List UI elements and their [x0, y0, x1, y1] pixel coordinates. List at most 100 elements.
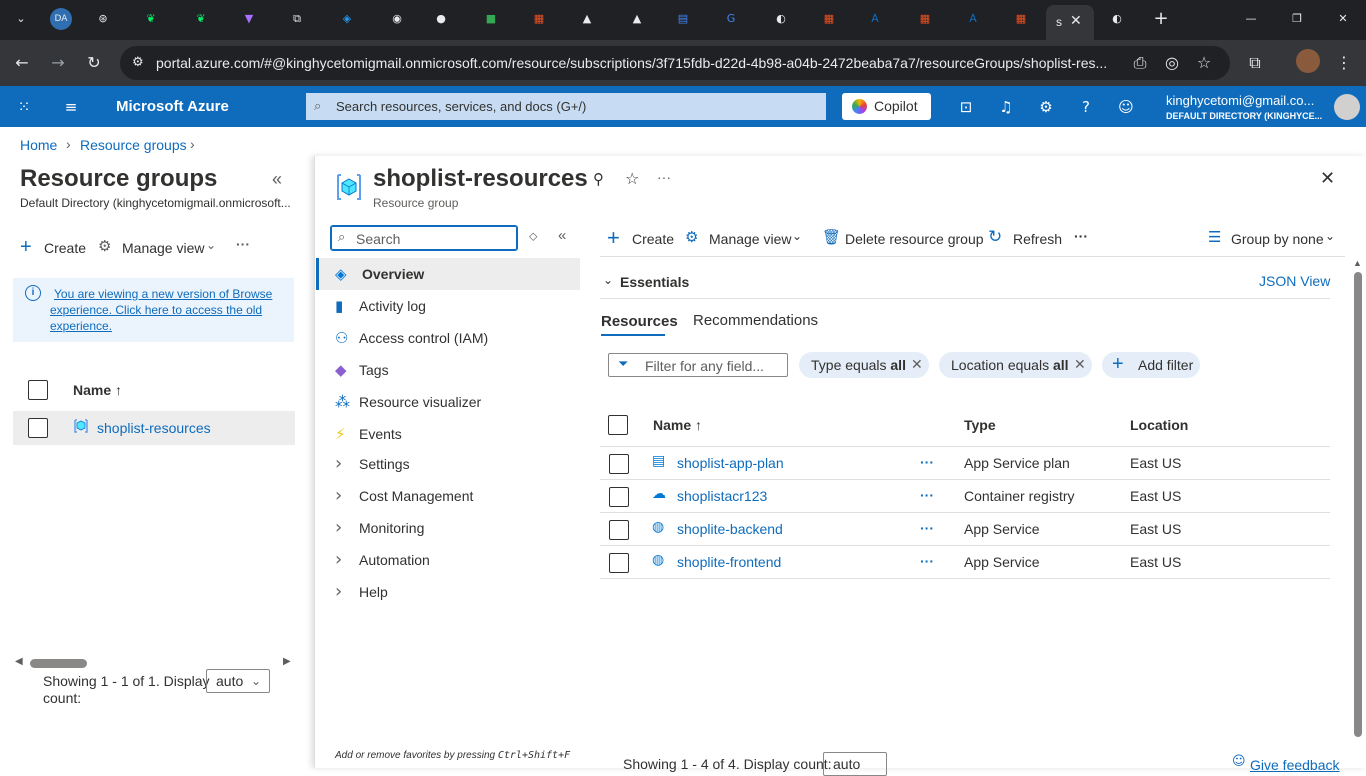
- copilot-button[interactable]: Copilot: [842, 93, 931, 120]
- nav-item-monitoring[interactable]: › Monitoring: [316, 512, 580, 544]
- tab-globe-icon[interactable]: ◐: [770, 8, 792, 30]
- resource-group-link[interactable]: shoplist-resources: [97, 420, 211, 436]
- toolbar-more-icon[interactable]: ···: [1074, 228, 1088, 244]
- global-search-input[interactable]: ⌕ Search resources, services, and docs (…: [306, 93, 826, 120]
- feedback-icon[interactable]: ☺: [1115, 96, 1137, 118]
- tab-recommendations[interactable]: Recommendations: [693, 312, 818, 329]
- scrollbar-thumb[interactable]: [1354, 272, 1362, 737]
- json-view-link[interactable]: JSON View: [1259, 273, 1330, 289]
- nav-item-overview[interactable]: ◈ Overview: [316, 258, 580, 290]
- active-tab[interactable]: s ✕: [1046, 5, 1094, 40]
- filter-pill-location[interactable]: Location equals all ✕: [939, 352, 1092, 378]
- more-actions-icon[interactable]: ···: [236, 236, 250, 252]
- profile-avatar[interactable]: [1296, 49, 1320, 73]
- chevron-down-icon[interactable]: ⌄: [603, 273, 613, 287]
- nav-item-activity-log[interactable]: ▮ Activity log: [316, 290, 580, 322]
- collapse-pane-icon[interactable]: «: [272, 169, 282, 190]
- column-header-location[interactable]: Location: [1130, 417, 1188, 433]
- row-checkbox[interactable]: [609, 454, 629, 474]
- tab-vercel-icon[interactable]: ▲: [576, 8, 598, 30]
- account-email[interactable]: kinghycetomi@gmail.co...: [1166, 93, 1314, 108]
- scroll-right-icon[interactable]: ▶: [283, 656, 291, 667]
- menu-icon[interactable]: ⋮: [1332, 53, 1356, 73]
- url-field[interactable]: ⚙ portal.azure.com/#@kinghycetomigmail.o…: [120, 46, 1230, 80]
- tab-hashnode-icon[interactable]: ⧉: [286, 8, 308, 30]
- reload-icon[interactable]: ↻: [82, 53, 106, 73]
- row-more-icon[interactable]: ···: [920, 454, 934, 470]
- tab-mongodb-icon[interactable]: ❦: [190, 8, 212, 30]
- delete-resource-group-button[interactable]: Delete resource group: [845, 231, 984, 247]
- resources-display-count-select[interactable]: auto: [823, 752, 887, 776]
- apps-grid-icon[interactable]: ⁙: [13, 96, 35, 118]
- tab-google-icon[interactable]: G: [720, 8, 742, 30]
- hamburger-menu-icon[interactable]: ≡: [60, 96, 82, 118]
- display-count-select[interactable]: auto ⌄: [206, 669, 270, 693]
- maximize-icon[interactable]: ❐: [1286, 8, 1308, 30]
- row-checkbox[interactable]: [28, 418, 48, 438]
- favorite-star-icon[interactable]: ☆: [625, 169, 639, 188]
- settings-gear-icon[interactable]: ⚙: [1035, 96, 1057, 118]
- azure-brand[interactable]: Microsoft Azure: [116, 98, 229, 115]
- minimize-icon[interactable]: —: [1240, 8, 1262, 30]
- back-icon[interactable]: ←: [10, 53, 34, 73]
- resource-name-link[interactable]: shoplite-backend: [677, 521, 783, 537]
- group-by-button[interactable]: Group by none: [1231, 231, 1324, 247]
- site-info-icon[interactable]: ⚙: [132, 46, 144, 80]
- tab-azure-icon[interactable]: A: [864, 8, 886, 30]
- add-filter-button[interactable]: + Add filter: [1102, 352, 1200, 378]
- resource-name-link[interactable]: shoplistacr123: [677, 488, 767, 504]
- account-avatar[interactable]: [1334, 94, 1360, 120]
- table-row[interactable]: ☁ shoplistacr123 ··· Container registry East…: [600, 480, 1330, 513]
- new-tab-icon[interactable]: +: [1150, 8, 1172, 30]
- close-tab-icon[interactable]: ✕: [1070, 13, 1082, 29]
- pin-icon[interactable]: ⚲: [593, 170, 604, 188]
- tab-microsoft-icon[interactable]: ▦: [528, 8, 550, 30]
- install-icon[interactable]: ⎙: [1128, 53, 1152, 73]
- tab-mongodb-icon[interactable]: ❦: [140, 8, 162, 30]
- extensions-icon[interactable]: ⧉: [1243, 53, 1267, 73]
- select-all-checkbox[interactable]: [608, 415, 628, 435]
- table-row[interactable]: ▤ shoplist-app-plan ··· App Service plan Eas…: [600, 447, 1330, 480]
- nav-item-events[interactable]: ⚡ Events: [316, 418, 580, 450]
- tab-meet-icon[interactable]: ■: [480, 8, 502, 30]
- breadcrumb-resource-groups[interactable]: Resource groups: [80, 137, 187, 153]
- info-banner-link[interactable]: You are viewing a new version of Browse …: [50, 286, 272, 334]
- tab-microsoft-icon[interactable]: ▦: [818, 8, 840, 30]
- row-more-icon[interactable]: ···: [920, 520, 934, 536]
- row-checkbox[interactable]: [609, 520, 629, 540]
- row-more-icon[interactable]: ···: [920, 553, 934, 569]
- bookmark-star-icon[interactable]: ☆: [1192, 53, 1216, 73]
- resource-name-link[interactable]: shoplist-app-plan: [677, 455, 784, 471]
- horizontal-scrollbar[interactable]: [30, 659, 87, 668]
- close-window-icon[interactable]: ✕: [1332, 8, 1354, 30]
- give-feedback-link[interactable]: Give feedback: [1250, 757, 1340, 773]
- tab-github-icon[interactable]: ●: [430, 8, 452, 30]
- tab-microsoft-icon[interactable]: ▦: [914, 8, 936, 30]
- nav-item-resource-visualizer[interactable]: ⁂ Resource visualizer: [316, 386, 580, 418]
- toolbar-manage-view-button[interactable]: Manage view: [709, 231, 792, 247]
- cloud-shell-icon[interactable]: ⊡: [955, 96, 977, 118]
- table-row[interactable]: ◍ shoplite-frontend ··· App Service East US: [600, 546, 1330, 579]
- manage-view-button[interactable]: Manage view: [122, 240, 205, 256]
- forward-icon[interactable]: →: [46, 53, 70, 73]
- tab-vercel-icon[interactable]: ▲: [626, 8, 648, 30]
- resource-name-link[interactable]: shoplite-frontend: [677, 554, 781, 570]
- nav-item-help[interactable]: › Help: [316, 576, 580, 608]
- vertical-scrollbar[interactable]: ▲: [1353, 258, 1363, 768]
- scroll-up-icon[interactable]: ▲: [1353, 258, 1362, 268]
- tab-docs-icon[interactable]: ▤: [672, 8, 694, 30]
- tab-da[interactable]: DA: [50, 8, 72, 30]
- close-blade-icon[interactable]: ✕: [1320, 168, 1335, 189]
- nav-item-automation[interactable]: › Automation: [316, 544, 580, 576]
- breadcrumb-home[interactable]: Home: [20, 137, 57, 153]
- row-checkbox[interactable]: [609, 553, 629, 573]
- tab-resources[interactable]: Resources: [601, 313, 678, 330]
- expand-collapse-icon[interactable]: ⬦: [529, 229, 537, 244]
- nav-item-cost-management[interactable]: › Cost Management: [316, 480, 580, 512]
- remove-filter-icon[interactable]: ✕: [911, 352, 923, 378]
- column-header-type[interactable]: Type: [964, 417, 996, 433]
- nav-item-settings[interactable]: › Settings: [316, 448, 580, 480]
- row-more-icon[interactable]: ···: [920, 487, 934, 503]
- filter-input[interactable]: ⏷ Filter for any field...: [608, 353, 788, 377]
- help-icon[interactable]: ?: [1075, 96, 1097, 118]
